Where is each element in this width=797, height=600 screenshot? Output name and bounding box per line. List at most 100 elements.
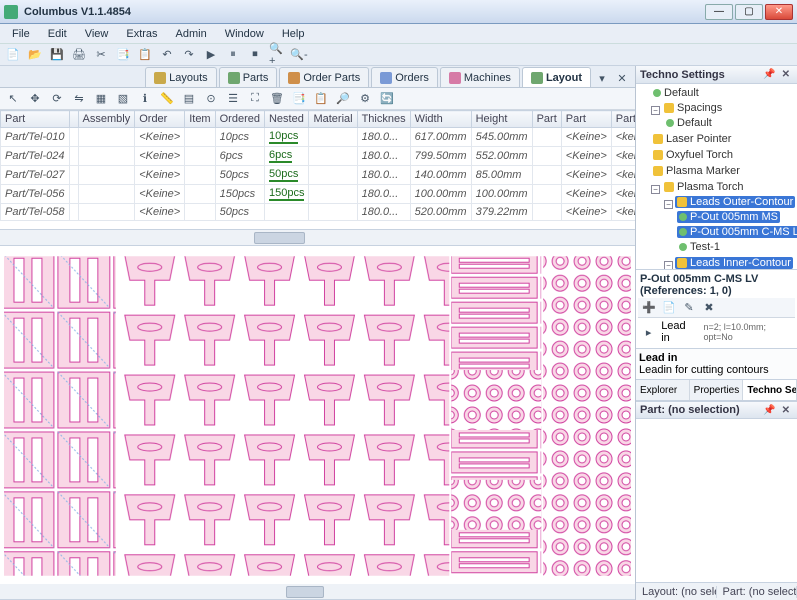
column-header[interactable]: Part — [561, 111, 611, 128]
add-icon[interactable]: ➕ — [640, 299, 658, 317]
rotate-icon[interactable]: ⟳ — [48, 90, 66, 108]
measure-icon[interactable]: 📏 — [158, 90, 176, 108]
save-icon[interactable]: 💾 — [48, 46, 66, 64]
tabstrip-scroll-button[interactable]: ▾ — [593, 69, 611, 87]
column-header[interactable]: Part — [1, 111, 70, 128]
column-header[interactable]: Width — [410, 111, 471, 128]
column-header[interactable]: Ordered — [215, 111, 264, 128]
nest-icon[interactable]: ▧ — [114, 90, 132, 108]
info-icon[interactable]: ℹ — [136, 90, 154, 108]
column-header[interactable]: Thicknes — [357, 111, 410, 128]
tree-item[interactable]: Laser Pointer — [651, 132, 795, 148]
column-header[interactable] — [69, 111, 78, 128]
tree-toggle-icon[interactable]: − — [664, 200, 673, 209]
close-button[interactable]: ✕ — [765, 4, 793, 20]
tree-toggle-icon[interactable]: − — [651, 106, 660, 115]
snap-icon[interactable]: ⊙ — [202, 90, 220, 108]
tabstrip-close-button[interactable]: ✕ — [613, 69, 631, 87]
column-header[interactable]: Nested — [264, 111, 308, 128]
zoom-fit-icon[interactable]: ⛶ — [246, 90, 264, 108]
pin-icon[interactable]: 📌 — [760, 405, 778, 416]
tree-item[interactable]: Oxyfuel Torch — [651, 148, 795, 164]
tab-machines[interactable]: Machines — [440, 67, 520, 87]
minimize-button[interactable]: — — [705, 4, 733, 20]
column-header[interactable]: Assembly — [78, 111, 135, 128]
paste-icon[interactable]: 📋 — [312, 90, 330, 108]
stop-icon[interactable]: ⏹ — [246, 46, 264, 64]
menu-admin[interactable]: Admin — [168, 26, 215, 42]
menu-view[interactable]: View — [77, 26, 117, 42]
refresh-icon[interactable]: 🔄 — [378, 90, 396, 108]
run-icon[interactable]: ▶ — [202, 46, 220, 64]
undo-icon[interactable]: ↶ — [158, 46, 176, 64]
expand-icon[interactable]: ▸ — [640, 323, 657, 341]
delete-icon[interactable]: 🗑 — [268, 90, 286, 108]
mirror-icon[interactable]: ⇋ — [70, 90, 88, 108]
tree-item[interactable]: Default — [664, 116, 795, 131]
table-row[interactable]: Part/Tel-027<Keine>50pcs50pcs180.0...140… — [1, 166, 636, 185]
copy-icon[interactable]: 📄 — [660, 299, 678, 317]
pin-icon[interactable]: 📌 — [760, 69, 778, 80]
tree-item[interactable]: P-Out 005mm C-MS LV — [677, 225, 795, 240]
table-row[interactable]: Part/Tel-024<Keine>6pcs6pcs180.0...799.5… — [1, 147, 636, 166]
column-header[interactable]: Height — [471, 111, 532, 128]
copy-icon[interactable]: 📑 — [114, 46, 132, 64]
tab-layouts[interactable]: Layouts — [145, 67, 217, 87]
delete-icon[interactable]: ✖ — [700, 299, 718, 317]
table-row[interactable]: Part/Tel-056<Keine>150pcs150pcs180.0...1… — [1, 185, 636, 204]
grid-icon[interactable]: ▤ — [180, 90, 198, 108]
search-icon[interactable]: 🔎 — [334, 90, 352, 108]
settings-icon[interactable]: ⚙ — [356, 90, 374, 108]
tree-toggle-icon[interactable]: − — [651, 185, 660, 194]
nesting-canvas[interactable] — [0, 246, 635, 584]
grid-scrollbar[interactable] — [0, 230, 635, 246]
parts-grid[interactable]: Part AssemblyOrderItemOrderedNestedMateri… — [0, 110, 635, 230]
pause-icon[interactable]: ⏸ — [224, 46, 242, 64]
column-header[interactable]: Part — [611, 111, 635, 128]
zoom-in-icon[interactable]: 🔍+ — [268, 46, 286, 64]
side-tab-properties[interactable]: Properties — [690, 380, 744, 400]
file-new-icon[interactable]: 📄 — [4, 46, 22, 64]
menu-extras[interactable]: Extras — [118, 26, 165, 42]
panel-close-icon[interactable]: ✕ — [779, 405, 793, 416]
table-row[interactable]: Part/Tel-010<Keine>10pcs10pcs180.0...617… — [1, 128, 636, 147]
tree-item[interactable]: −SpacingsDefault — [651, 101, 795, 132]
column-header[interactable]: Item — [185, 111, 215, 128]
canvas-scrollbar[interactable] — [0, 584, 635, 600]
tree-item[interactable]: P-Out 005mm MS — [677, 210, 795, 225]
side-tab-techno-setti-[interactable]: Techno Setti... — [743, 380, 797, 400]
tree-item[interactable]: −Leads Inner-ContourP-Inner 005mm MSTest… — [664, 256, 795, 269]
tab-parts[interactable]: Parts — [219, 67, 278, 87]
zoom-out-icon[interactable]: 🔍- — [290, 46, 308, 64]
cut-icon[interactable]: ✂ — [92, 46, 110, 64]
menu-help[interactable]: Help — [274, 26, 313, 42]
tab-layout[interactable]: Layout — [522, 67, 591, 87]
file-open-icon[interactable]: 📂 — [26, 46, 44, 64]
scrollbar-thumb[interactable] — [254, 232, 305, 244]
menu-edit[interactable]: Edit — [40, 26, 75, 42]
copy-icon[interactable]: 📑 — [290, 90, 308, 108]
tab-order-parts[interactable]: Order Parts — [279, 67, 369, 87]
menu-window[interactable]: Window — [217, 26, 272, 42]
tab-orders[interactable]: Orders — [371, 67, 438, 87]
redo-icon[interactable]: ↷ — [180, 46, 198, 64]
tree-item[interactable]: Test-1 — [677, 240, 795, 255]
layer-icon[interactable]: ☰ — [224, 90, 242, 108]
column-header[interactable]: Order — [135, 111, 185, 128]
move-icon[interactable]: ✥ — [26, 90, 44, 108]
table-row[interactable]: Part/Tel-058<Keine>50pcs180.0...520.00mm… — [1, 204, 636, 221]
settings-tree[interactable]: Default−SpacingsDefaultLaser PointerOxyf… — [636, 84, 797, 269]
edit-icon[interactable]: ✎ — [680, 299, 698, 317]
tree-toggle-icon[interactable]: − — [664, 261, 673, 269]
side-tab-explorer[interactable]: Explorer — [636, 380, 690, 400]
menu-file[interactable]: File — [4, 26, 38, 42]
paste-icon[interactable]: 📋 — [136, 46, 154, 64]
sel-icon[interactable]: ↖ — [4, 90, 22, 108]
panel-close-icon[interactable]: ✕ — [779, 69, 793, 80]
tree-item[interactable]: −Leads Outer-ContourP-Out 005mm MSP-Out … — [664, 195, 795, 256]
tree-item[interactable]: Default — [651, 86, 795, 101]
maximize-button[interactable]: ▢ — [735, 4, 763, 20]
column-header[interactable]: Part — [532, 111, 561, 128]
tree-item[interactable]: −Plasma Torch−Leads Outer-ContourP-Out 0… — [651, 180, 795, 269]
column-header[interactable]: Material — [309, 111, 357, 128]
